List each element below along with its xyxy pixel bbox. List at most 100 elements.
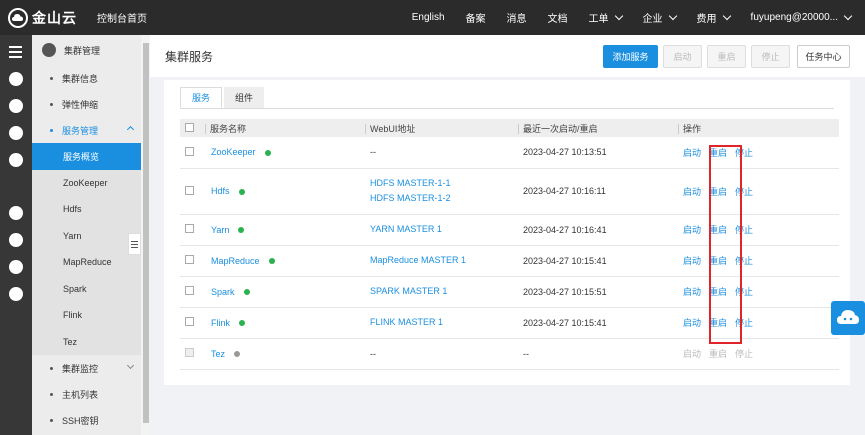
topnav-item[interactable]: 消息 bbox=[507, 10, 527, 25]
service-name-link[interactable]: MapReduce bbox=[211, 256, 260, 266]
topnav-item[interactable]: 工单 bbox=[589, 10, 623, 25]
row-checkbox[interactable] bbox=[185, 224, 194, 233]
status-dot-icon bbox=[243, 289, 250, 296]
topnav-item[interactable]: 企业 bbox=[643, 10, 677, 25]
storage-icon[interactable] bbox=[9, 206, 23, 220]
row-checkbox[interactable] bbox=[185, 348, 194, 357]
service-name-link[interactable]: Hdfs bbox=[211, 186, 230, 196]
logo[interactable]: 金山云 bbox=[8, 7, 77, 28]
sidebar-scrollbar[interactable] bbox=[141, 35, 150, 435]
start-link[interactable]: 启动 bbox=[683, 256, 701, 266]
tabs-divider bbox=[180, 108, 834, 109]
topnav-item[interactable]: English bbox=[412, 12, 445, 23]
start-button[interactable]: 启动 bbox=[663, 45, 702, 68]
cluster-icon bbox=[42, 43, 56, 57]
cloud-icon[interactable] bbox=[9, 260, 23, 274]
console-home-link[interactable]: 控制台首页 bbox=[97, 10, 147, 25]
sidebar-item-host-list[interactable]: 主机列表 bbox=[32, 381, 141, 407]
webui-link[interactable]: MapReduce MASTER 1 bbox=[370, 253, 518, 268]
topnav-item[interactable]: 文档 bbox=[548, 10, 568, 25]
sidebar-collapse-handle[interactable] bbox=[128, 233, 141, 255]
top-nav-menu: English 备案 消息 文档 工单 企业 费用 fuyupeng@20000... bbox=[391, 0, 853, 35]
sidebar-item-service-management[interactable]: 服务管理 bbox=[32, 117, 141, 143]
stop-button[interactable]: 停止 bbox=[751, 45, 790, 68]
sidebar-item-ssh-keys[interactable]: SSH密钥 bbox=[32, 407, 141, 433]
bullet-icon bbox=[50, 418, 53, 422]
cloud-logo-icon bbox=[8, 7, 28, 28]
status-dot-icon bbox=[238, 188, 245, 195]
database-icon[interactable] bbox=[9, 72, 23, 86]
topnav-item-label: 消息 bbox=[506, 14, 527, 25]
floating-support-button[interactable] bbox=[831, 301, 865, 335]
sidebar: 集群管理 集群信息 弹性伸缩 服务管理 服务概览 ZooKeeper Hdfs … bbox=[32, 35, 141, 435]
bullet-icon bbox=[50, 102, 53, 106]
row-checkbox[interactable] bbox=[185, 317, 194, 326]
webui-link[interactable]: HDFS MASTER-1-2 bbox=[370, 191, 518, 206]
sidebar-subitem-service-overview[interactable]: 服务概览 bbox=[32, 143, 141, 170]
sidebar-subitem-flink[interactable]: Flink bbox=[32, 302, 141, 329]
start-link[interactable]: 启动 bbox=[683, 187, 701, 197]
top-navbar: 金山云 控制台首页 English 备案 消息 文档 工单 企业 费用 fuyupeng@20… bbox=[0, 0, 865, 35]
row-checkbox[interactable] bbox=[185, 185, 194, 195]
sidebar-subitem-tez[interactable]: Tez bbox=[32, 328, 141, 355]
service-name-link[interactable]: Spark bbox=[211, 287, 235, 297]
server-icon[interactable] bbox=[9, 287, 23, 301]
row-checkbox[interactable] bbox=[185, 146, 194, 156]
topnav-item-label: 费用 bbox=[696, 14, 717, 25]
webui-link: -- bbox=[370, 348, 376, 359]
bullet-icon bbox=[50, 366, 53, 370]
menu-icon[interactable] bbox=[9, 46, 22, 61]
start-link[interactable]: 启动 bbox=[683, 148, 701, 158]
webui-link[interactable]: SPARK MASTER 1 bbox=[370, 284, 518, 299]
restart-button[interactable]: 重启 bbox=[707, 45, 746, 68]
scrollbar-thumb[interactable] bbox=[143, 43, 149, 423]
select-all-checkbox[interactable] bbox=[185, 122, 194, 132]
topnav-item-label: 备案 bbox=[465, 14, 486, 25]
restart-link[interactable]: 重启 bbox=[709, 349, 727, 359]
start-link[interactable]: 启动 bbox=[683, 225, 701, 235]
topnav-item[interactable]: 费用 bbox=[696, 10, 731, 25]
service-name-link[interactable]: ZooKeeper bbox=[211, 147, 256, 157]
row-checkbox[interactable] bbox=[185, 286, 194, 295]
sidebar-header[interactable]: 集群管理 bbox=[32, 35, 141, 65]
add-service-button[interactable]: 添加服务 bbox=[603, 45, 658, 68]
sidebar-item-label: 集群监控 bbox=[62, 363, 99, 374]
service-name-link[interactable]: Tez bbox=[211, 349, 225, 359]
sidebar-subitem-zookeeper[interactable]: ZooKeeper bbox=[32, 169, 141, 196]
sidebar-item-autoscaling[interactable]: 弹性伸缩 bbox=[32, 91, 141, 117]
start-link[interactable]: 启动 bbox=[683, 349, 701, 359]
task-center-button[interactable]: 任务中心 bbox=[797, 45, 850, 68]
bullet-icon bbox=[50, 76, 53, 80]
icon-rail bbox=[0, 35, 32, 435]
cloud-support-icon bbox=[837, 310, 859, 324]
sidebar-item-label: 主机列表 bbox=[62, 389, 99, 400]
tab-services[interactable]: 服务 bbox=[180, 87, 223, 108]
sidebar-subitem-hdfs[interactable]: Hdfs bbox=[32, 196, 141, 223]
tab-components[interactable]: 组件 bbox=[224, 87, 265, 108]
topnav-item-label: fuyupeng@20000... bbox=[750, 12, 838, 23]
page-title: 集群服务 bbox=[165, 50, 214, 64]
sidebar-item-cluster-info[interactable]: 集群信息 bbox=[32, 65, 141, 91]
layers-icon[interactable] bbox=[9, 233, 23, 247]
last-start-time: 2023-04-27 10:15:41 bbox=[523, 317, 607, 328]
service-name-link[interactable]: Flink bbox=[211, 318, 230, 328]
topnav-item[interactable]: fuyupeng@20000... bbox=[750, 11, 853, 23]
sidebar-subitem-spark[interactable]: Spark bbox=[32, 275, 141, 302]
last-start-time: -- bbox=[523, 348, 529, 359]
start-link[interactable]: 启动 bbox=[683, 318, 701, 328]
sidebar-subitem-mapreduce[interactable]: MapReduce bbox=[32, 249, 141, 276]
sidebar-subitem-yarn[interactable]: Yarn bbox=[32, 222, 141, 249]
start-link[interactable]: 启动 bbox=[683, 287, 701, 297]
sidebar-item-cluster-monitor[interactable]: 集群监控 bbox=[32, 355, 141, 381]
service-name-link[interactable]: Yarn bbox=[211, 225, 229, 235]
network-icon[interactable] bbox=[9, 126, 23, 140]
topnav-item[interactable]: 备案 bbox=[466, 10, 486, 25]
webui-link[interactable]: YARN MASTER 1 bbox=[370, 222, 518, 237]
face-icon[interactable] bbox=[9, 153, 23, 167]
webui-link[interactable]: FLINK MASTER 1 bbox=[370, 315, 518, 330]
row-checkbox[interactable] bbox=[185, 255, 194, 264]
robot-icon[interactable] bbox=[9, 99, 23, 113]
status-dot-icon bbox=[239, 320, 246, 327]
stop-link[interactable]: 停止 bbox=[735, 349, 753, 359]
webui-link[interactable]: HDFS MASTER-1-1 bbox=[370, 176, 518, 191]
